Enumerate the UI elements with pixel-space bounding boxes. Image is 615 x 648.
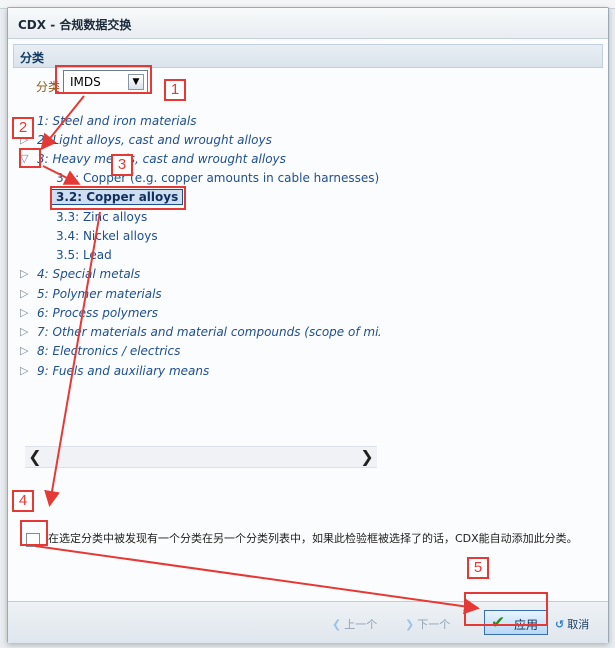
dialog-title: CDX - 合规数据交换 [18, 18, 132, 32]
auto-add-description: 在选定分类中被发现有一个分类在另一个分类列表中，如果此检验框被选择了的话，CDX… [48, 532, 578, 545]
cdx-dialog: CDX - 合规数据交换 分类 分类 IMDS ▼ ▷ 1: Steel and… [7, 7, 609, 643]
next-button[interactable]: ❯ 下一个 [405, 616, 450, 632]
tree-item-3-1[interactable]: 3.1: Copper (e.g. copper amounts in cabl… [56, 169, 379, 187]
expand-icon[interactable]: ▷ [20, 323, 34, 341]
expand-icon[interactable]: ▷ [20, 265, 34, 283]
dialog-footer: ❮ 上一个 ❯ 下一个 ✔ 应用 ↺ 取消 [8, 601, 608, 643]
category-section-header: 分类 [13, 44, 603, 68]
expand-icon[interactable]: ▷ [20, 304, 34, 322]
dialog-titlebar: CDX - 合规数据交换 [8, 8, 608, 39]
arrow-left-icon: ❮ [332, 618, 342, 631]
section-title: 分类 [20, 51, 45, 65]
tree-item-4[interactable]: ▷ 4: Special metals [20, 265, 140, 283]
category-select[interactable]: IMDS ▼ [63, 70, 148, 94]
annotation-number-3: 3 [111, 154, 133, 176]
tree-item-9[interactable]: ▷ 9: Fuels and auxiliary means [20, 362, 209, 380]
tree-item-3[interactable]: ▽ 3: Heavy metals, cast and wrought allo… [20, 150, 286, 168]
tree-item-3-4[interactable]: 3.4: Nickel alloys [56, 227, 158, 245]
expand-icon[interactable]: ▷ [20, 362, 34, 380]
tree-item-6[interactable]: ▷ 6: Process polymers [20, 304, 158, 322]
refresh-cancel-icon: ↺ [555, 618, 565, 631]
annotation-number-1: 1 [164, 79, 186, 101]
category-label: 分类 [36, 80, 61, 94]
apply-button[interactable]: ✔ 应用 [484, 610, 548, 635]
tree-item-3-2-selected[interactable]: 3.2: Copper alloys [51, 188, 184, 206]
category-select-value: IMDS [70, 75, 101, 89]
tree-item-5[interactable]: ▷ 5: Polymer materials [20, 285, 162, 303]
tree-item-1[interactable]: ▷ 1: Steel and iron materials [20, 112, 197, 130]
auto-add-checkbox[interactable] [26, 533, 40, 547]
auto-add-option: 在选定分类中被发现有一个分类在另一个分类列表中，如果此检验框被选择了的话，CDX… [26, 532, 606, 573]
arrow-right-icon: ❯ [405, 618, 415, 631]
previous-button[interactable]: ❮ 上一个 [332, 616, 377, 632]
tree-item-2[interactable]: ▷ 2: Light alloys, cast and wrought allo… [20, 131, 272, 149]
expand-icon[interactable]: ▷ [20, 342, 34, 360]
tree-item-3-3[interactable]: 3.3: Zinc alloys [56, 208, 147, 226]
annotation-number-5: 5 [467, 557, 489, 579]
expand-icon[interactable]: ▷ [20, 285, 34, 303]
chevron-down-icon[interactable]: ▼ [128, 74, 144, 90]
cancel-button[interactable]: ↺ 取消 [555, 616, 589, 632]
tree-item-8[interactable]: ▷ 8: Electronics / electrics [20, 342, 180, 360]
tree-item-7[interactable]: ▷ 7: Other materials and material compou… [20, 323, 380, 341]
checkmark-icon: ✔ [491, 613, 506, 633]
category-tree: ▷ 1: Steel and iron materials ▷ 2: Light… [20, 112, 380, 427]
annotation-number-4: 4 [12, 490, 34, 512]
annotation-number-2: 2 [12, 117, 34, 139]
horizontal-scrollbar[interactable]: ❮ ❯ [25, 446, 377, 468]
scroll-right-icon[interactable]: ❯ [357, 447, 377, 467]
collapse-icon[interactable]: ▽ [20, 150, 34, 168]
tree-item-3-5[interactable]: 3.5: Lead [56, 246, 112, 264]
scroll-left-icon[interactable]: ❮ [25, 447, 45, 467]
